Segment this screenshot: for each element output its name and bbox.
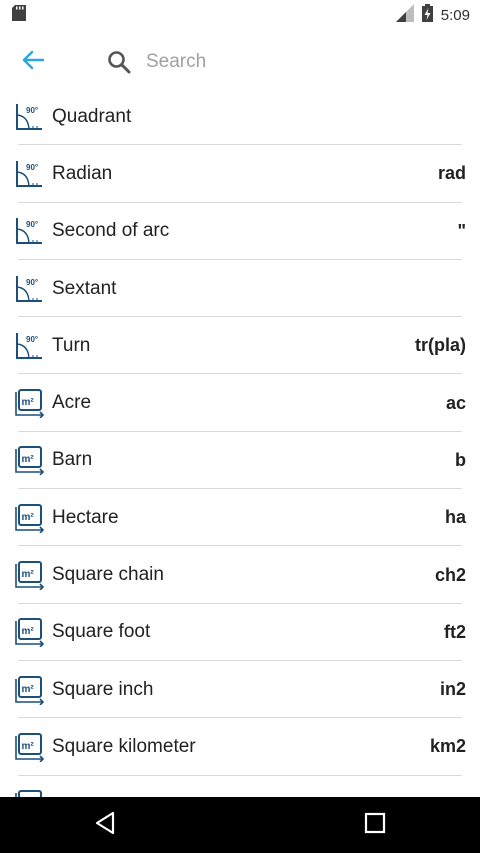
list-item[interactable]: m² Square kilometer km2 [0, 718, 480, 776]
angle-icon: 90° [14, 274, 44, 304]
area-icon: m² [14, 560, 44, 591]
unit-label: Barn [52, 449, 93, 471]
search-input[interactable] [146, 51, 406, 73]
svg-text:90°: 90° [26, 278, 38, 287]
arrow-left-icon [22, 50, 45, 75]
search-bar [0, 30, 480, 94]
list-item[interactable]: m² Square chain ch2 [0, 546, 480, 604]
svg-text:m²: m² [22, 684, 35, 695]
unit-label: Acre [52, 392, 92, 414]
list-item[interactable]: m² Acre ac [0, 374, 480, 433]
battery-charging-icon [421, 3, 433, 27]
unit-symbol: in2 [439, 679, 466, 700]
unit-symbol: ft2 [444, 621, 466, 642]
unit-label: Sextant [52, 277, 117, 299]
unit-symbol: b [455, 449, 466, 470]
status-left [12, 4, 26, 26]
status-bar: 5:09 [0, 0, 480, 30]
area-icon: m² [14, 503, 44, 533]
svg-text:90°: 90° [26, 163, 38, 172]
svg-text:m²: m² [22, 397, 35, 408]
status-time: 5:09 [440, 6, 470, 24]
unit-symbol: rad [437, 163, 466, 184]
angle-icon: 90° [14, 102, 44, 132]
svg-text:90°: 90° [26, 335, 38, 344]
angle-icon: 90° [14, 331, 44, 361]
unit-symbol: ch2 [434, 564, 466, 585]
angle-icon: 90° [14, 216, 44, 246]
list-item[interactable]: 90° Turn tr(pla) [0, 317, 480, 375]
signal-icon [395, 3, 414, 27]
sd-card-icon [12, 4, 26, 26]
list-item[interactable]: m² Square inch in2 [0, 661, 480, 719]
unit-label: Radian [52, 162, 113, 184]
unit-symbol: ac [445, 392, 466, 413]
svg-text:90°: 90° [26, 106, 38, 115]
unit-label: Square foot [52, 621, 151, 643]
svg-text:m²: m² [22, 512, 35, 523]
angle-icon: 90° [14, 159, 44, 189]
unit-symbol: ha [444, 507, 466, 528]
unit-label: Second of arc [52, 220, 170, 242]
list-item[interactable]: m² Barn b [0, 432, 480, 490]
unit-label: Square inch [52, 678, 154, 700]
unit-symbol: tr(pla) [415, 335, 466, 356]
svg-text:m²: m² [22, 626, 35, 637]
area-icon: m² [14, 675, 44, 705]
unit-label: Quadrant [52, 105, 132, 127]
navigation-bar [0, 797, 480, 853]
unit-label: Turn [52, 334, 91, 356]
back-nav-button[interactable] [91, 811, 119, 839]
svg-text:m²: m² [22, 741, 35, 752]
area-icon: m² [14, 388, 44, 419]
list-item[interactable]: 90° Quadrant [0, 88, 480, 146]
square-recents-icon [364, 812, 386, 839]
status-right: 5:09 [395, 3, 470, 27]
triangle-back-icon [94, 811, 116, 840]
unit-symbol: " [457, 220, 466, 241]
list-item[interactable]: m² Square foot ft2 [0, 604, 480, 662]
search-icon [106, 49, 132, 75]
svg-text:m²: m² [22, 454, 35, 465]
svg-text:90°: 90° [26, 220, 38, 229]
list-item[interactable]: m² Hectare ha [0, 489, 480, 547]
unit-label: Hectare [52, 506, 119, 528]
area-icon: m² [14, 445, 44, 476]
unit-list: 90° Quadrant 90° Radian rad 90° Second o… [0, 88, 480, 797]
list-item[interactable]: m² [0, 776, 480, 797]
unit-label: Square kilometer [52, 735, 196, 757]
back-button[interactable] [16, 45, 50, 79]
list-item[interactable]: 90° Sextant [0, 260, 480, 318]
area-icon: m² [14, 617, 44, 648]
area-icon: m² [14, 789, 44, 797]
unit-label: Square chain [52, 564, 164, 586]
list-item[interactable]: 90° Radian rad [0, 145, 480, 203]
svg-text:m²: m² [22, 569, 35, 580]
unit-symbol: km2 [429, 736, 466, 757]
list-item[interactable]: 90° Second of arc " [0, 203, 480, 261]
area-icon: m² [14, 732, 44, 762]
recents-nav-button[interactable] [361, 811, 389, 839]
